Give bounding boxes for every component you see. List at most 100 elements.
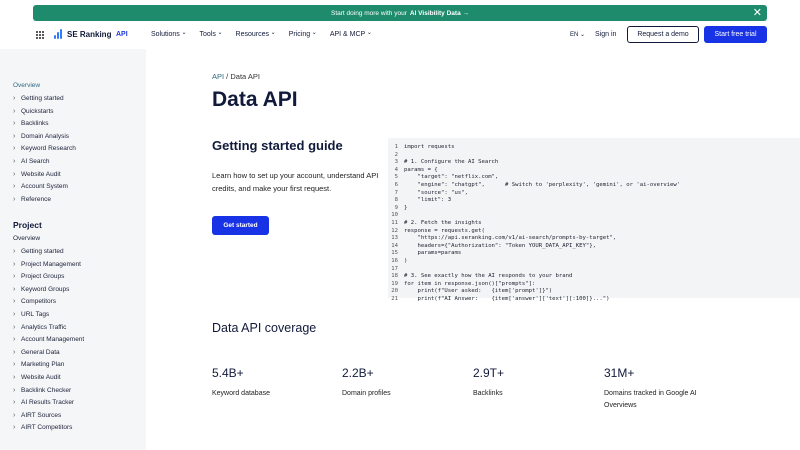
sidebar-item-4[interactable]: › Keyword Research <box>13 145 76 152</box>
sidebar-project-item-5[interactable]: › URL Tags <box>13 311 49 318</box>
chevron-right-icon: › <box>13 386 16 394</box>
request-demo-button[interactable]: Request a demo <box>627 26 699 43</box>
stat-value: 2.9T+ <box>473 366 505 380</box>
guide-title: Getting started guide <box>212 138 343 153</box>
code-line: 9} <box>388 204 408 213</box>
sidebar-project-item-14[interactable]: › AIRT Competitors <box>13 424 72 431</box>
sidebar-item-label: AIRT Sources <box>21 411 62 419</box>
line-number: 13 <box>391 235 398 242</box>
stat-value: 2.2B+ <box>342 366 374 380</box>
menu-solutions[interactable]: Solutions <box>151 31 187 38</box>
line-number: 1 <box>394 144 398 150</box>
sidebar-item-label: Marketing Plan <box>21 361 65 369</box>
chevron-right-icon: › <box>13 107 16 115</box>
sidebar-item-label: Backlinks <box>21 120 49 128</box>
code-line: 12 response = requests.get( <box>388 228 485 236</box>
sidebar-item-5[interactable]: › AI Search <box>13 158 50 165</box>
apps-grid-icon[interactable] <box>36 31 44 39</box>
sidebar-item-overview[interactable]: Overview <box>13 82 40 89</box>
page-title: Data API <box>212 88 298 111</box>
line-number: 8 <box>394 197 398 204</box>
api-badge[interactable]: API <box>116 31 128 38</box>
sidebar-project-item-10[interactable]: › Website Audit <box>13 374 61 381</box>
language-selector[interactable]: EN ⌄ <box>570 31 585 38</box>
sidebar-item-project-overview[interactable]: Overview <box>13 235 40 242</box>
promo-banner[interactable]: Start doing more with your AI Visibility… <box>33 5 767 21</box>
sidebar-item-3[interactable]: › Domain Analysis <box>13 133 69 140</box>
stat-value: 5.4B+ <box>212 366 244 380</box>
menu-pricing[interactable]: Pricing <box>289 31 317 38</box>
sidebar-project-item-6[interactable]: › Analytics Traffic <box>13 324 66 331</box>
chevron-right-icon: › <box>13 399 16 407</box>
sidebar-project-item-12[interactable]: › AI Results Tracker <box>13 399 74 406</box>
sidebar-item-8[interactable]: › Reference <box>13 196 51 203</box>
line-number: 19 <box>391 280 398 287</box>
banner-link[interactable]: AI Visibility Data → <box>410 10 469 17</box>
code-line: 13 "https://api.seranking.com/v1/ai-sear… <box>388 235 616 243</box>
code-text: "source": "us", <box>404 189 468 196</box>
sidebar-project-item-3[interactable]: › Keyword Groups <box>13 286 69 293</box>
stat-label: Keyword database <box>212 390 270 397</box>
sidebar-item-label: Project Groups <box>21 273 65 281</box>
sidebar-project-item-0[interactable]: › Getting started <box>13 248 64 255</box>
chevron-right-icon: › <box>13 273 16 281</box>
chevron-right-icon: › <box>13 195 16 203</box>
sidebar-project-item-2[interactable]: › Project Groups <box>13 273 64 280</box>
sidebar-item-label: AI Results Tracker <box>21 399 75 407</box>
chevron-right-icon: › <box>13 170 16 178</box>
code-text: } <box>404 204 408 211</box>
sidebar-project-item-11[interactable]: › Backlink Checker <box>13 387 71 394</box>
sidebar-project-item-8[interactable]: › General Data <box>13 349 60 356</box>
sidebar-project-item-9[interactable]: › Marketing Plan <box>13 361 64 368</box>
main-content: API / Data API Data API Getting started … <box>146 49 800 450</box>
code-text: headers={"Authorization": "Token YOUR_DA… <box>404 242 596 249</box>
line-number: 11 <box>391 220 398 226</box>
menu-resources[interactable]: Resources <box>236 31 276 38</box>
code-line: 11 # 2. Fetch the insights <box>388 220 481 228</box>
sidebar-project-item-4[interactable]: › Competitors <box>13 298 56 305</box>
get-started-button[interactable]: Get started <box>212 216 269 235</box>
code-text: print(f"AI Answer: {item['answer']['text… <box>404 296 610 302</box>
sidebar-item-label: Keyword Groups <box>21 285 70 293</box>
sidebar-section-project: Project <box>13 220 42 230</box>
code-line: 3 # 1. Configure the AI Search <box>388 159 499 167</box>
logo[interactable]: SE Ranking <box>54 29 111 39</box>
sidebar-project-item-1[interactable]: › Project Management <box>13 261 81 268</box>
code-line: 17 <box>388 266 404 274</box>
sidebar-item-7[interactable]: › Account System <box>13 183 68 190</box>
menu-tools[interactable]: Tools <box>200 31 223 38</box>
sidebar-project-item-13[interactable]: › AIRT Sources <box>13 412 61 419</box>
chevron-right-icon: › <box>13 298 16 306</box>
signin-link[interactable]: Sign in <box>595 31 616 38</box>
chevron-right-icon: › <box>13 95 16 102</box>
sidebar-item-6[interactable]: › Website Audit <box>13 171 61 178</box>
code-line: 10 <box>388 212 404 220</box>
close-icon[interactable]: ✕ <box>753 6 762 20</box>
code-line: 15 params=params <box>388 250 461 258</box>
breadcrumb: API / Data API <box>212 72 260 81</box>
breadcrumb-api-link[interactable]: API <box>212 72 224 81</box>
code-sample[interactable]: 1 import requests 2 3 # 1. Configure the AI … <box>388 138 800 302</box>
stat-label: Backlinks <box>473 390 503 397</box>
chevron-right-icon: › <box>13 411 16 419</box>
sidebar: Overview › Getting started › Quickstarts › Ba… <box>0 49 146 450</box>
sidebar-item-1[interactable]: › Quickstarts <box>13 108 54 115</box>
code-text: print(f"User asked: {item['prompt']}") <box>404 288 553 295</box>
menu-api-mcp[interactable]: API & MCP <box>330 31 372 38</box>
chevron-right-icon: › <box>13 260 16 268</box>
sidebar-item-2[interactable]: › Backlinks <box>13 120 48 127</box>
stat-label: Domains tracked in Google AI Overviews <box>604 390 697 409</box>
chevron-right-icon: › <box>13 158 16 165</box>
sidebar-project-item-7[interactable]: › Account Management <box>13 336 84 343</box>
sidebar-item-0[interactable]: › Getting started <box>13 95 64 102</box>
code-line: 8 "limit": 3 <box>388 197 452 205</box>
top-nav: SE Ranking API Solutions Tools Resources… <box>0 22 800 48</box>
sidebar-item-label: Website Audit <box>21 374 61 381</box>
line-number: 20 <box>391 288 398 295</box>
code-text: "https://api.seranking.com/v1/ai-search/… <box>404 235 617 242</box>
code-text: # 1. Configure the AI Search <box>404 159 499 166</box>
code-text: "limit": 3 <box>404 197 452 204</box>
sidebar-item-label: Project Management <box>21 260 81 268</box>
code-text: response = requests.get( <box>404 227 485 234</box>
start-trial-button[interactable]: Start free trial <box>704 26 767 43</box>
